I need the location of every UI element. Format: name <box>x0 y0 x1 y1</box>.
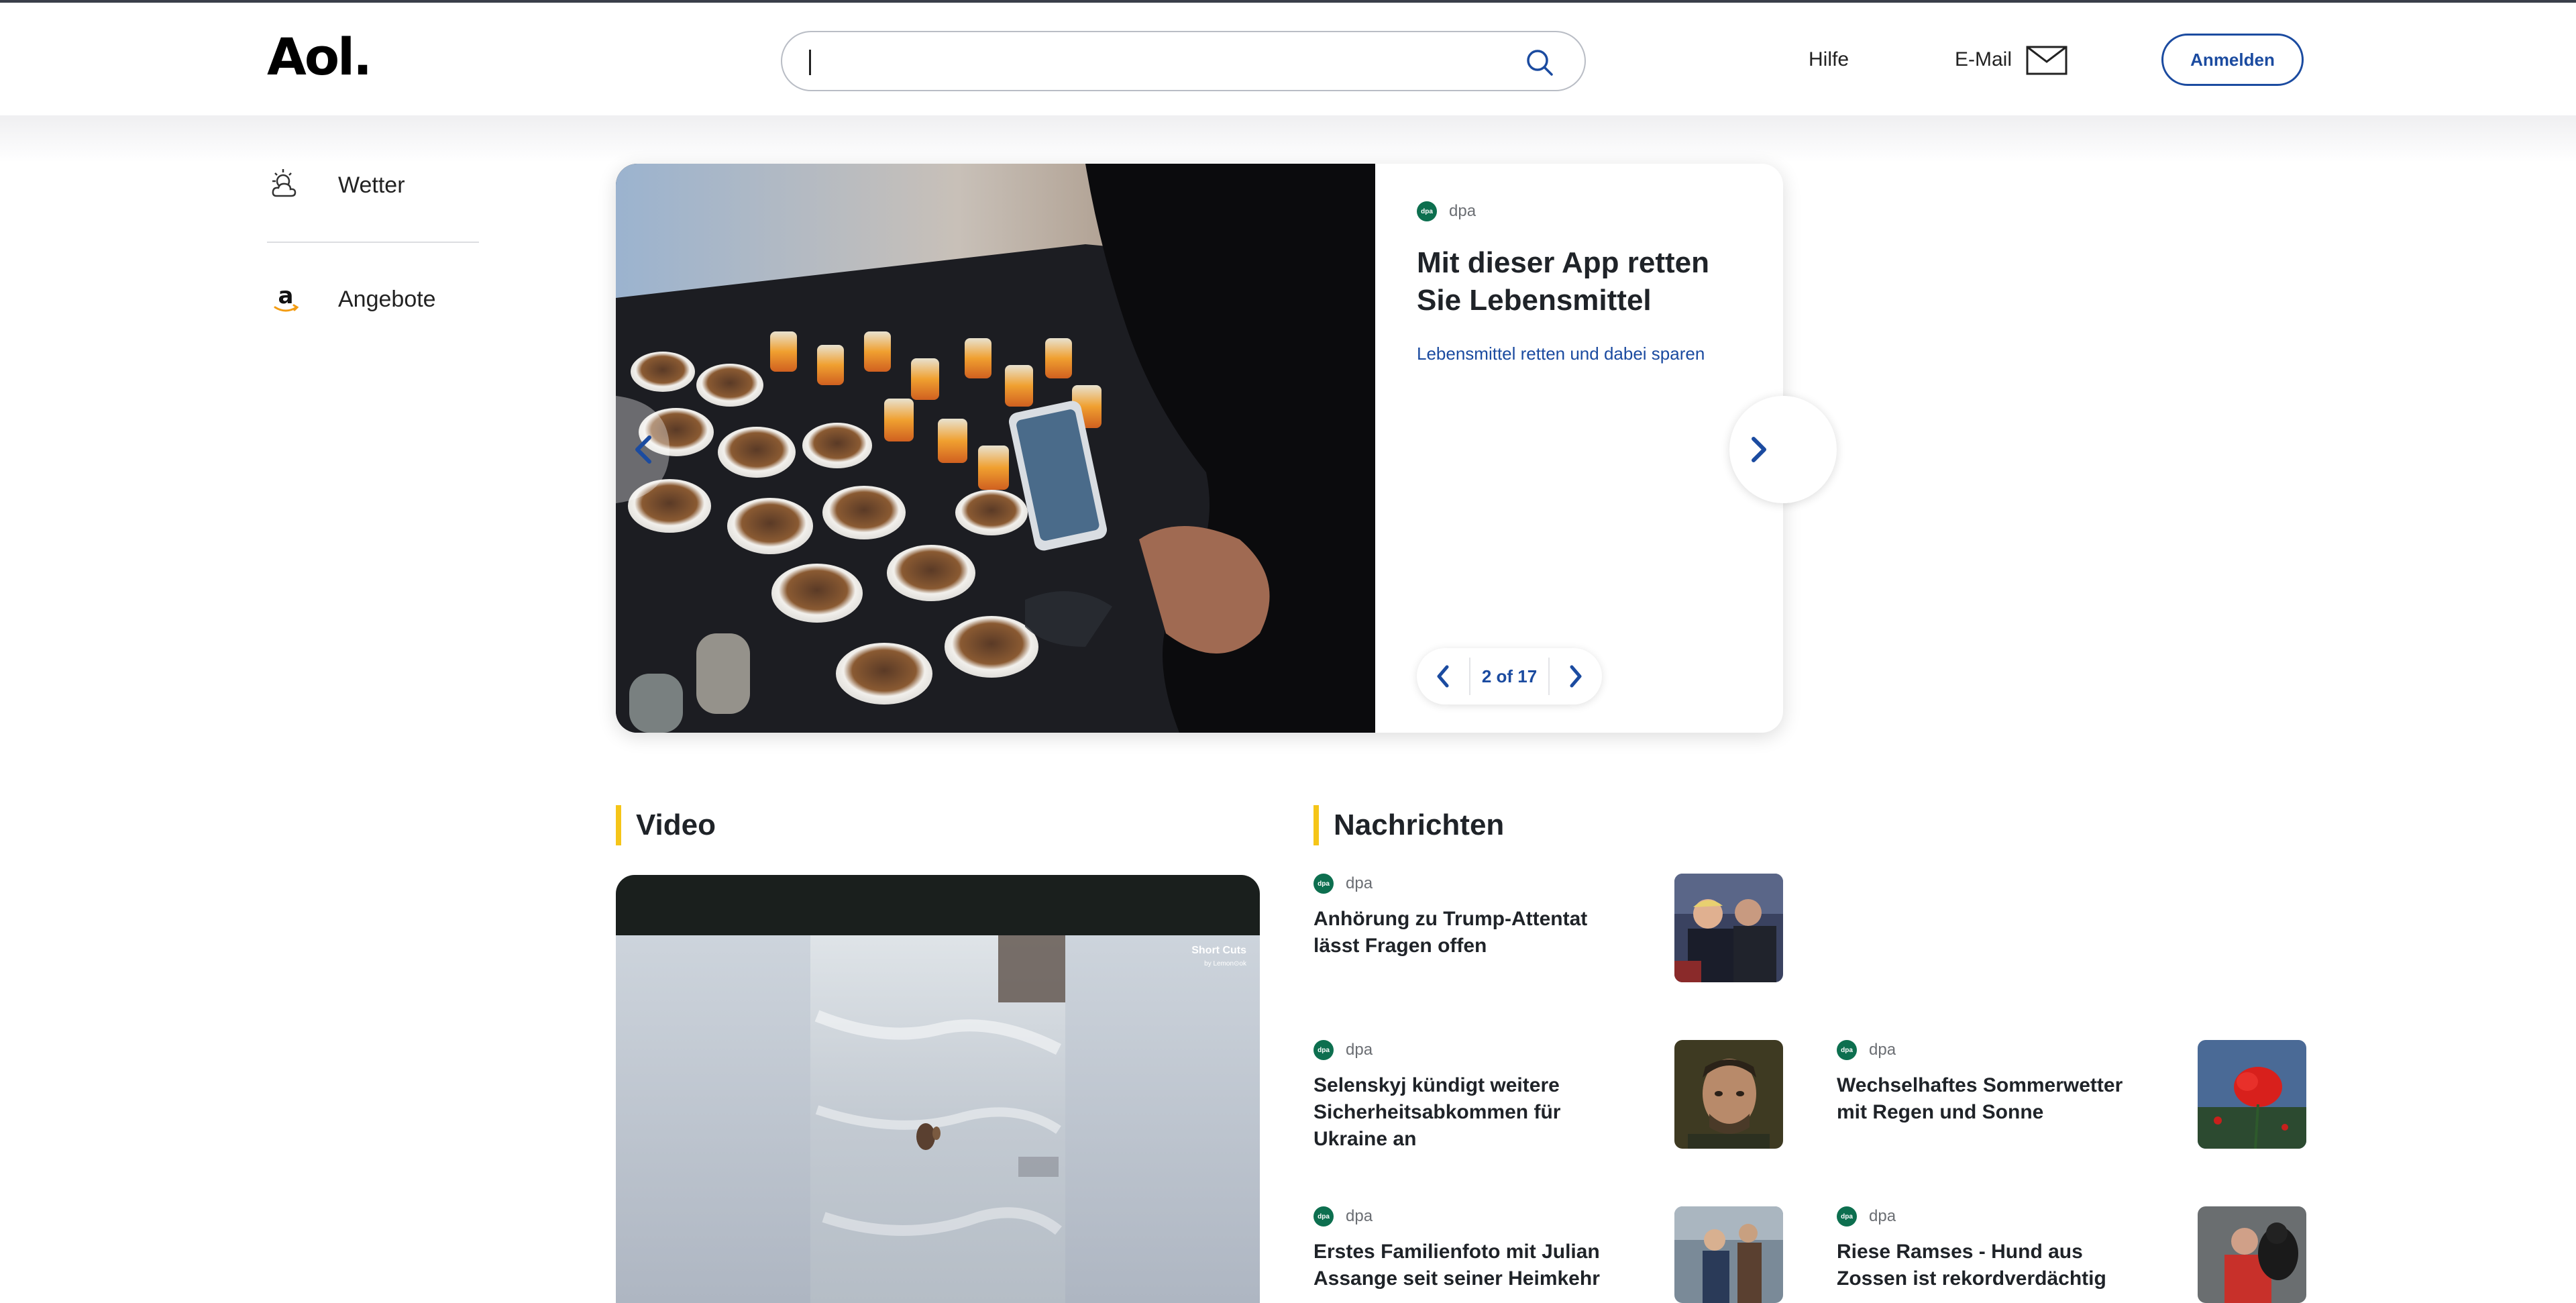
site-header: Aol. Hilfe E-Mail Anmelden <box>0 3 2576 115</box>
news-thumbnail[interactable] <box>1674 1206 1783 1303</box>
carousel-prev-button[interactable] <box>616 396 671 503</box>
article-source: dpa dpa <box>1837 1206 2152 1227</box>
source-name: dpa <box>1346 1041 1373 1059</box>
hero-image[interactable] <box>616 164 1375 733</box>
sidebar-item-wetter[interactable]: Wetter <box>267 166 405 204</box>
news-headline[interactable]: Selenskyj kündigt weitere Sicherheitsabk… <box>1313 1072 1629 1153</box>
sidebar-item-label: Angebote <box>338 286 436 312</box>
chevron-right-icon[interactable] <box>1744 435 1771 464</box>
source-name: dpa <box>1449 202 1477 220</box>
weather-icon <box>267 166 305 204</box>
news-thumbnail[interactable] <box>1674 1040 1783 1149</box>
pager-count: 2 of 17 <box>1469 658 1550 695</box>
dpa-logo-icon: dpa <box>1313 1206 1334 1227</box>
dpa-logo-icon: dpa <box>1417 201 1437 221</box>
news-section-title[interactable]: Nachrichten <box>1313 805 1504 845</box>
mail-link[interactable]: E-Mail <box>1955 48 2012 71</box>
sidebar-divider <box>267 242 479 243</box>
chevron-right-icon <box>1570 665 1582 688</box>
article-source: dpa dpa <box>1313 874 1629 894</box>
news-headline[interactable]: Erstes Familienfoto mit Julian Assange s… <box>1313 1239 1629 1292</box>
video-brand-logo: Short Cuts by Lemon⊙ok <box>1191 945 1246 970</box>
pager-next-button[interactable] <box>1550 648 1602 705</box>
news-thumbnail[interactable] <box>1674 874 1783 982</box>
aol-logo[interactable]: Aol. <box>267 27 372 87</box>
article-source: dpa dpa <box>1313 1206 1629 1227</box>
signin-button[interactable]: Anmelden <box>2161 34 2304 86</box>
text-cursor <box>809 50 811 75</box>
hero-text: dpa dpa Mit dieser App retten Sie Lebens… <box>1417 201 1752 364</box>
amazon-icon: a <box>267 280 305 318</box>
search-icon[interactable] <box>1524 47 1555 78</box>
help-link[interactable]: Hilfe <box>1809 48 1849 71</box>
dpa-logo-icon: dpa <box>1313 1040 1334 1060</box>
source-name: dpa <box>1346 874 1373 892</box>
news-thumbnail[interactable] <box>2198 1040 2306 1149</box>
article-source: dpa dpa <box>1417 201 1752 221</box>
news-item[interactable]: dpa dpa Wechselhaftes Sommerwetter mit R… <box>1837 1040 2152 1126</box>
dpa-logo-icon: dpa <box>1837 1206 1857 1227</box>
video-brand-sub: by Lemon⊙ok <box>1204 960 1246 968</box>
news-item[interactable]: dpa dpa Erstes Familienfoto mit Julian A… <box>1313 1206 1629 1292</box>
article-source: dpa dpa <box>1313 1040 1629 1060</box>
news-headline[interactable]: Anhörung zu Trump-Attentat lässt Fragen … <box>1313 906 1629 959</box>
hero-title[interactable]: Mit dieser App retten Sie Lebensmittel <box>1417 244 1752 319</box>
video-player[interactable]: Short Cuts by Lemon⊙ok <box>616 875 1260 1303</box>
sidebar-item-angebote[interactable]: a Angebote <box>267 280 436 318</box>
news-item[interactable]: dpa dpa Anhörung zu Trump-Attentat lässt… <box>1313 874 1629 959</box>
video-frame <box>616 935 1260 1303</box>
news-item[interactable]: dpa dpa Riese Ramses - Hund aus Zossen i… <box>1837 1206 2152 1292</box>
news-headline[interactable]: Riese Ramses - Hund aus Zossen ist rekor… <box>1837 1239 2152 1292</box>
source-name: dpa <box>1869 1207 1896 1225</box>
source-name: dpa <box>1346 1207 1373 1225</box>
hero-subtitle[interactable]: Lebensmittel retten und dabei sparen <box>1417 344 1752 364</box>
dpa-logo-icon: dpa <box>1837 1040 1857 1060</box>
svg-text:a: a <box>278 282 294 309</box>
hero-carousel: dpa dpa Mit dieser App retten Sie Lebens… <box>616 164 1783 733</box>
pager-prev-button[interactable] <box>1417 648 1469 705</box>
mail-icon[interactable] <box>2026 46 2068 75</box>
chevron-left-icon <box>1437 665 1449 688</box>
sidebar-item-label: Wetter <box>338 172 405 198</box>
dpa-logo-icon: dpa <box>1313 874 1334 894</box>
news-thumbnail[interactable] <box>2198 1206 2306 1303</box>
article-source: dpa dpa <box>1837 1040 2152 1060</box>
source-name: dpa <box>1869 1041 1896 1059</box>
carousel-pager: 2 of 17 <box>1417 648 1602 705</box>
search-input[interactable] <box>781 31 1586 91</box>
news-headline[interactable]: Wechselhaftes Sommerwetter mit Regen und… <box>1837 1072 2152 1126</box>
video-brand-text: Short Cuts <box>1191 945 1246 956</box>
header-shadow <box>0 115 2576 162</box>
news-item[interactable]: dpa dpa Selenskyj kündigt weitere Sicher… <box>1313 1040 1629 1153</box>
video-section-title[interactable]: Video <box>616 805 716 845</box>
